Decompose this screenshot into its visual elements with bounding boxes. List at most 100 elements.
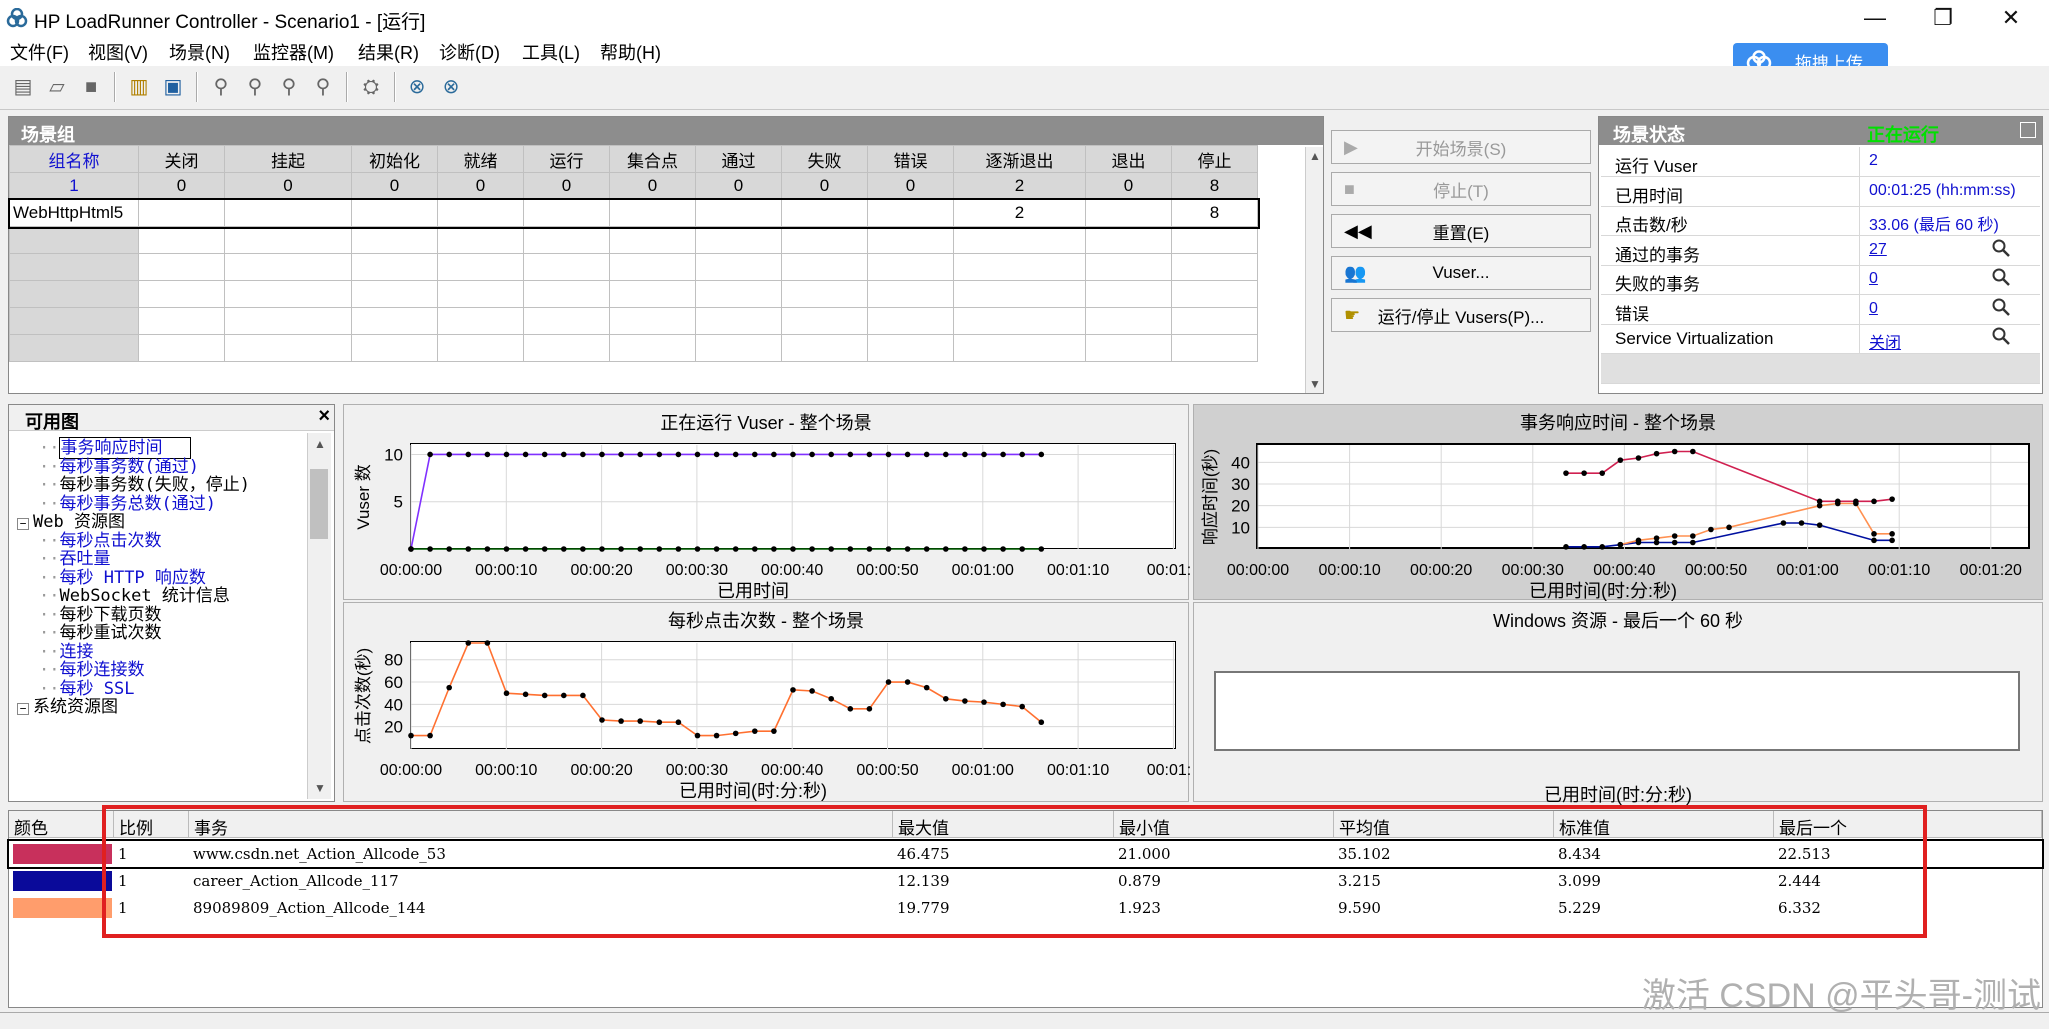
data-point (752, 546, 758, 552)
scenario-group-scrollbar[interactable]: ▲ ▼ (1305, 147, 1323, 393)
column-header[interactable]: 关闭 (138, 145, 225, 173)
status-value[interactable]: 0 (1869, 270, 1878, 288)
column-header[interactable]: 集合点 (609, 145, 696, 173)
column-header[interactable]: 通过 (695, 145, 782, 173)
windows-resources-chart[interactable]: Windows 资源 - 最后一个 60 秒 已用时间(时:分:秒) (1193, 602, 2043, 805)
close-button[interactable]: ✕ (1979, 0, 2043, 36)
close-icon[interactable]: × (318, 405, 330, 428)
column-header[interactable]: 逐渐退出 (953, 145, 1086, 173)
lr-online-icon[interactable]: ⊗ (438, 74, 464, 100)
menu-help[interactable]: 帮助(H) (600, 39, 661, 65)
empty-cell (523, 253, 610, 281)
data-point (790, 451, 796, 458)
column-header[interactable]: 停止 (1171, 145, 1258, 173)
data-point (809, 546, 815, 552)
empty-row (9, 307, 1258, 335)
reset-button[interactable]: ◀◀ 重置(E) (1331, 214, 1591, 248)
empty-cell (351, 307, 438, 335)
run-step-icon[interactable]: ⚲ (242, 74, 268, 100)
status-row: 运行 Vuser 2 (1601, 147, 2040, 177)
menu-view[interactable]: 视图(V) (88, 39, 148, 65)
column-header[interactable]: 运行 (523, 145, 610, 173)
menu-file[interactable]: 文件(F) (10, 39, 69, 65)
data-point (1581, 544, 1587, 550)
data-point (561, 546, 567, 552)
data-point (599, 546, 605, 552)
data-point (1617, 541, 1624, 548)
transaction-response-time-chart[interactable]: 事务响应时间 - 整个场景 10 20 30 40 00:00:00 00:00:10 00… (1193, 404, 2043, 601)
menu-results[interactable]: 结果(R) (358, 39, 419, 65)
status-value[interactable]: 27 (1869, 241, 1887, 259)
empty-cell (1085, 280, 1172, 308)
y-tick-label: 30 (1231, 475, 1250, 494)
available-graphs-scrollbar[interactable]: ▲ ▼ (307, 433, 331, 799)
data-point (1599, 470, 1606, 476)
data-point (828, 451, 834, 458)
column-header[interactable]: 失败 (781, 145, 868, 173)
magnifier-icon[interactable] (1991, 238, 2013, 260)
analysis-icon[interactable]: ▣ (160, 74, 186, 100)
column-header[interactable]: 就绪 (437, 145, 524, 173)
save-icon[interactable]: ■ (78, 74, 104, 100)
table-cell (351, 199, 438, 227)
table-row[interactable]: WebHttpHtml5 2 8 (7, 197, 1260, 229)
empty-cell (9, 226, 139, 254)
data-point (1816, 502, 1823, 509)
empty-cell (781, 253, 868, 281)
empty-cell (609, 253, 696, 281)
vuser-button[interactable]: 👥 Vuser... (1331, 256, 1591, 290)
maximize-button[interactable]: ❐ (1911, 0, 1975, 36)
column-header[interactable]: 初始化 (351, 145, 438, 173)
running-vusers-chart[interactable]: 正在运行 Vuser - 整个场景 5 10 00:00:00 00:00:10 00:… (343, 404, 1190, 601)
column-header[interactable]: 组名称 (9, 145, 139, 173)
start-scenario-button[interactable]: ▶ 开始场景(S) (1331, 130, 1591, 164)
run-stop-vusers-button[interactable]: ☛ 运行/停止 Vusers(P)... (1331, 298, 1591, 332)
column-header[interactable]: 颜色 (9, 811, 114, 838)
status-value: 33.06 (最后 60 秒) (1869, 217, 1999, 234)
x-tick-label: 00:01:10 (1868, 562, 1930, 579)
lr-logo-icon[interactable]: ⊗ (404, 74, 430, 100)
column-header[interactable]: 错误 (867, 145, 954, 173)
new-scenario-icon[interactable]: ▤ (10, 74, 36, 100)
column-header[interactable]: 挂起 (224, 145, 352, 173)
menu-diagnostics[interactable]: 诊断(D) (439, 39, 500, 65)
x-tick-label: 00:00:20 (570, 762, 632, 779)
column-header[interactable]: 退出 (1085, 145, 1172, 173)
empty-cell (351, 226, 438, 254)
data-point (1853, 500, 1859, 507)
magnifier-icon[interactable] (1991, 326, 2013, 348)
data-point (637, 718, 643, 724)
data-point (541, 451, 548, 458)
series-line (411, 642, 1042, 737)
menu-tools[interactable]: 工具(L) (522, 39, 580, 65)
run-vuser-icon[interactable]: ⚲ (208, 74, 234, 100)
x-tick-label: 00:01:20 (1960, 562, 2022, 579)
empty-cell (138, 307, 225, 335)
x-axis-label: 已用时间(时:分:秒) (1544, 785, 1692, 805)
monitor-icon[interactable]: ⛭ (358, 74, 384, 100)
menu-scenario[interactable]: 场景(N) (169, 39, 230, 65)
empty-cell (695, 307, 782, 335)
magnifier-icon[interactable] (1991, 297, 2013, 319)
gradual-exit-icon[interactable]: ⚲ (310, 74, 336, 100)
menu-monitor[interactable]: 监控器(M) (253, 39, 334, 65)
data-point (1834, 500, 1841, 507)
x-tick-label: 00:01:00 (952, 562, 1014, 579)
stop-button[interactable]: ■ 停止(T) (1331, 172, 1591, 206)
panel-maximize-icon[interactable] (2020, 122, 2036, 138)
collapse-icon[interactable]: − (17, 518, 29, 530)
data-point (752, 728, 758, 734)
stop-vuser-icon[interactable]: ⚲ (276, 74, 302, 100)
empty-cell (781, 307, 868, 335)
status-value[interactable]: 0 (1869, 300, 1878, 318)
chart-icon[interactable]: ▥ (126, 74, 152, 100)
hits-per-second-chart[interactable]: 每秒点击次数 - 整个场景 20 40 60 80 00:00:00 00:00:10 00… (343, 602, 1190, 802)
tree-item[interactable]: − 系统资源图 (17, 692, 118, 717)
collapse-icon[interactable]: − (17, 703, 29, 715)
data-point (1690, 539, 1696, 546)
chart-plot-area (1214, 671, 2020, 751)
status-value[interactable]: 关闭 (1869, 329, 1901, 353)
magnifier-icon[interactable] (1991, 267, 2013, 289)
minimize-button[interactable]: — (1843, 0, 1907, 36)
open-folder-icon[interactable]: ▱ (44, 74, 70, 100)
